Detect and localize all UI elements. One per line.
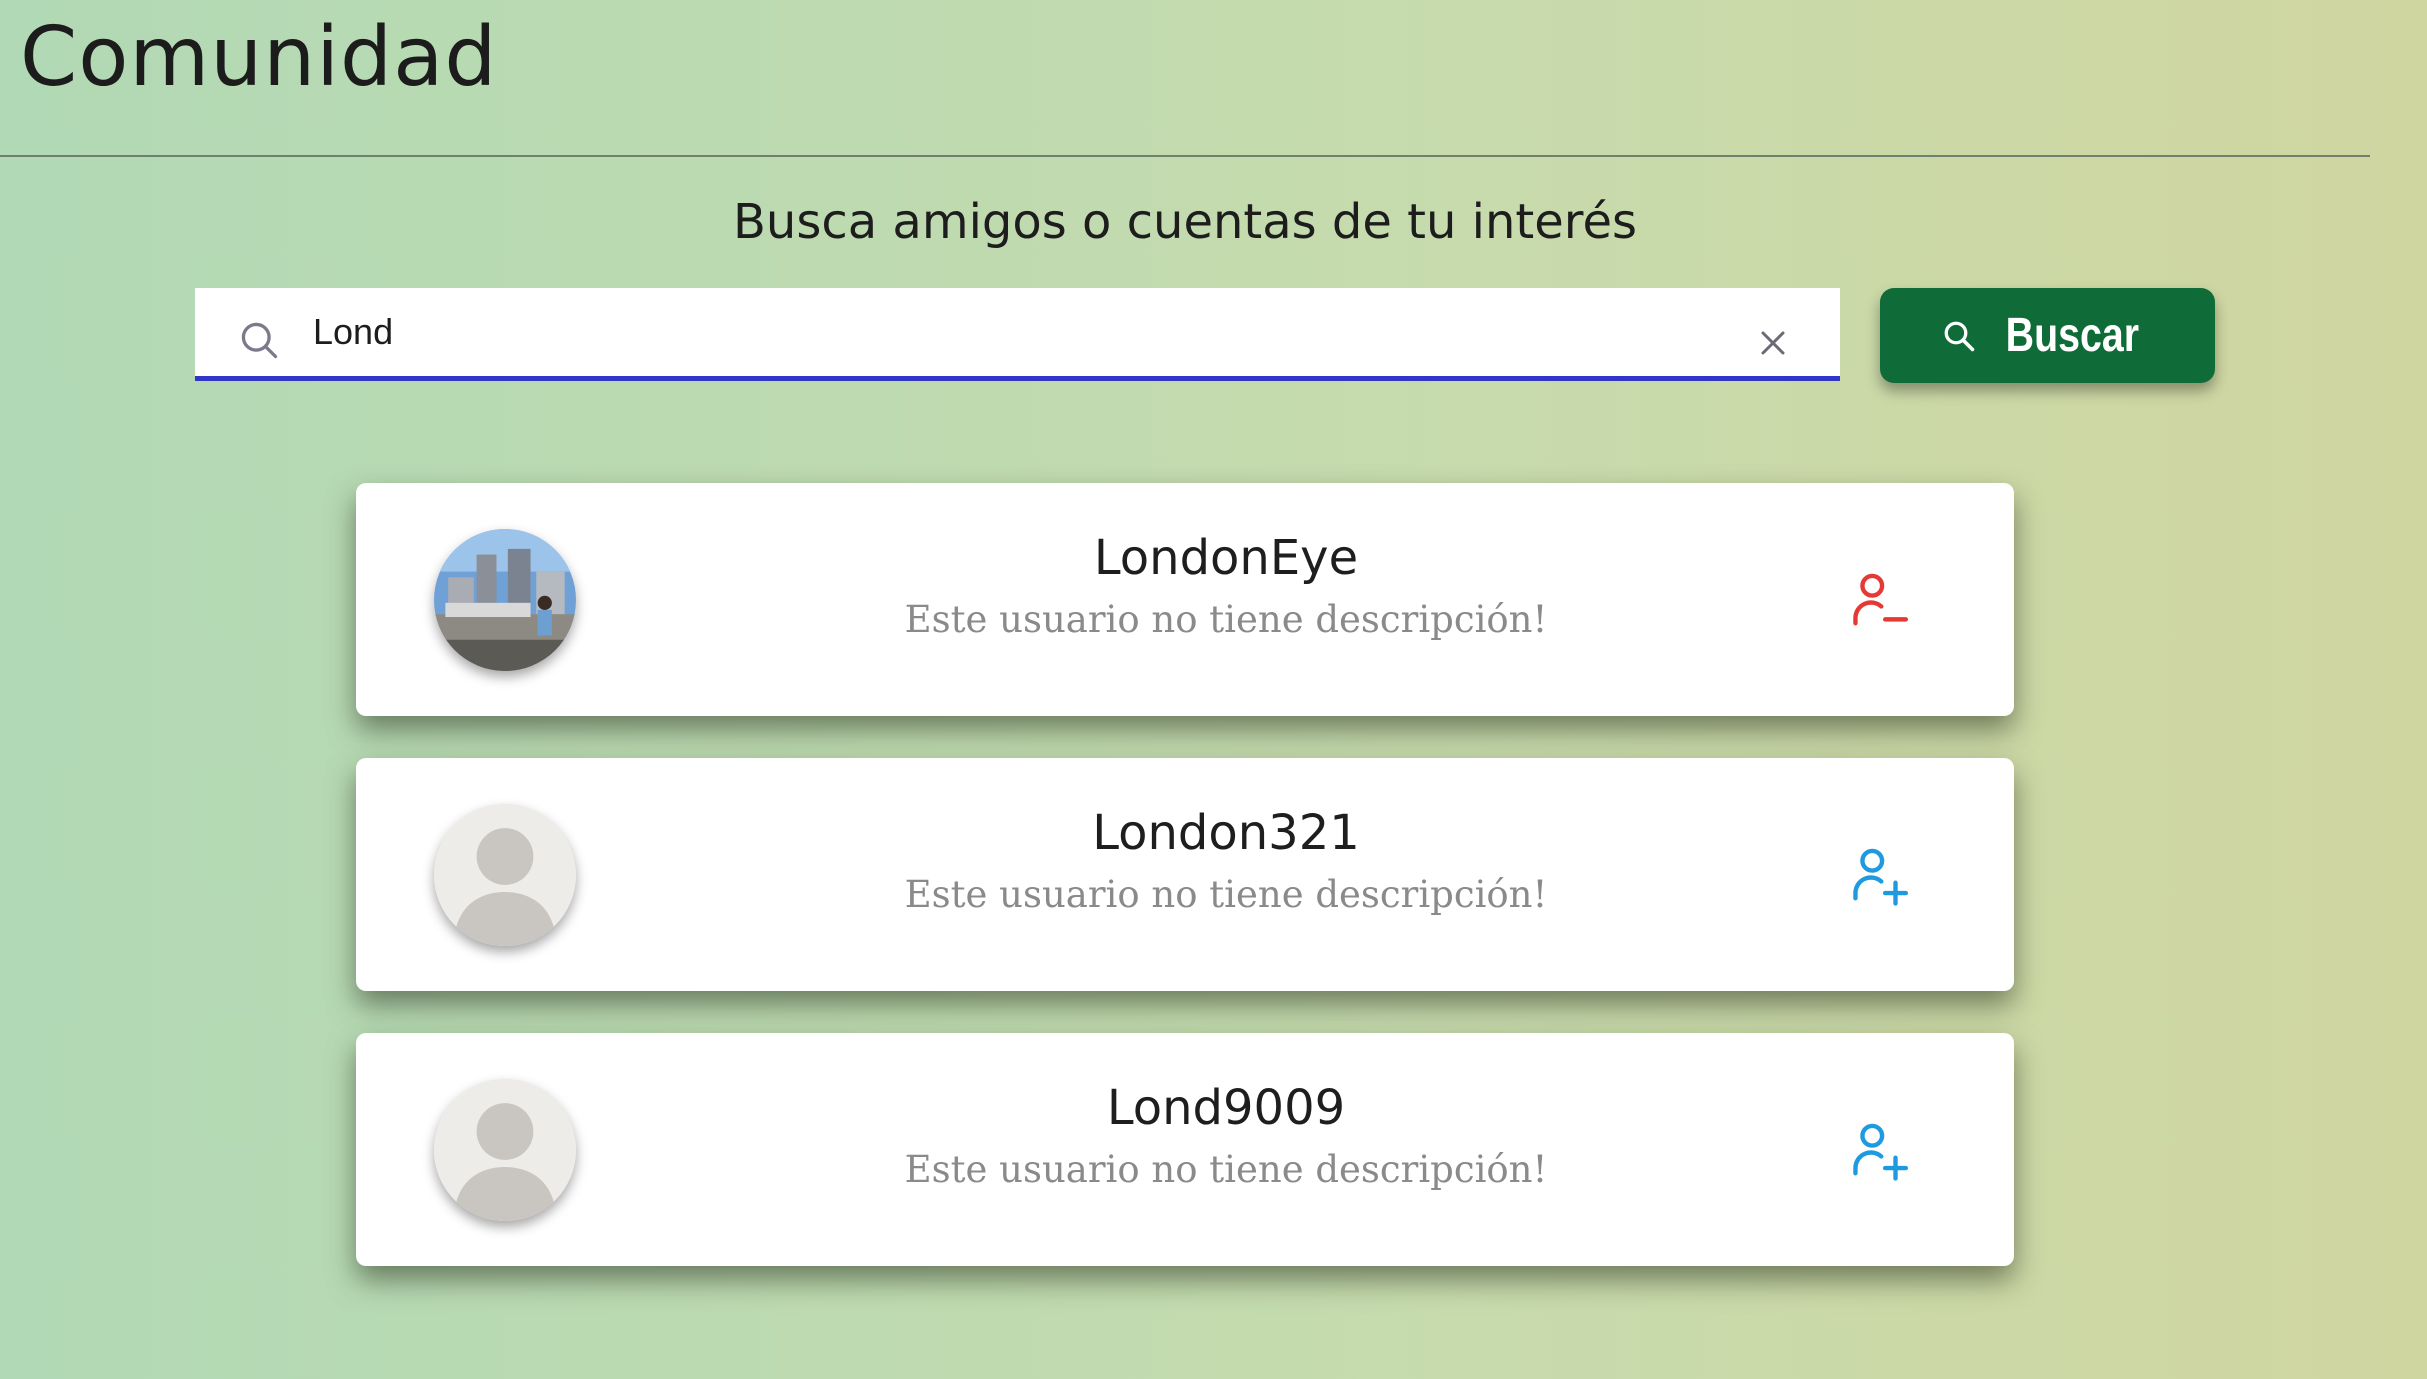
user-card[interactable]: Lond9009 Este usuario no tiene descripci… bbox=[356, 1033, 2014, 1266]
username[interactable]: LondonEye bbox=[356, 528, 2096, 588]
search-button-label: Buscar bbox=[2005, 309, 2140, 362]
user-description: Este usuario no tiene descripción! bbox=[904, 873, 1548, 916]
search-subtitle: Busca amigos o cuentas de tu interés bbox=[732, 194, 1637, 250]
user-card[interactable]: LondonEye Este usuario no tiene descripc… bbox=[356, 483, 2014, 716]
username[interactable]: London321 bbox=[356, 803, 2096, 863]
search-input[interactable] bbox=[313, 302, 1693, 362]
username[interactable]: Lond9009 bbox=[356, 1078, 2096, 1138]
search-icon bbox=[1944, 321, 1975, 351]
remove-friend-icon[interactable] bbox=[1849, 569, 1911, 631]
add-friend-icon[interactable] bbox=[1849, 844, 1911, 906]
page-title: Comunidad bbox=[20, 10, 498, 105]
user-card[interactable]: London321 Este usuario no tiene descripc… bbox=[356, 758, 2014, 991]
divider bbox=[0, 155, 2370, 157]
results-list: LondonEye Este usuario no tiene descripc… bbox=[356, 483, 2014, 1308]
user-description: Este usuario no tiene descripción! bbox=[904, 1148, 1548, 1191]
clear-icon[interactable] bbox=[1758, 328, 1788, 358]
search-box bbox=[195, 288, 1840, 381]
search-icon bbox=[241, 322, 278, 359]
add-friend-icon[interactable] bbox=[1849, 1119, 1911, 1181]
search-button[interactable]: Buscar bbox=[1880, 288, 2215, 383]
user-description: Este usuario no tiene descripción! bbox=[904, 598, 1548, 641]
